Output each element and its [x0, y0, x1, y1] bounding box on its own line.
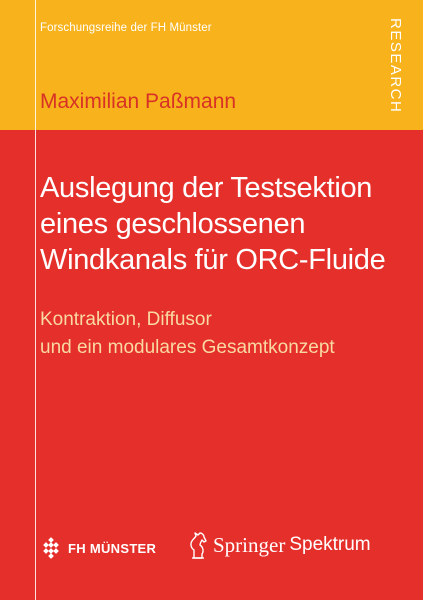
author-name: Maximilian Paßmann [40, 90, 237, 113]
series-title: Forschungsreihe der FH Münster [40, 22, 212, 34]
springer-horse-icon [190, 532, 207, 559]
publisher-name: Springer [213, 532, 286, 557]
subtitle-line-2: und ein modulares Gesamtkonzept [40, 337, 335, 358]
fh-logo-text: FH MÜNSTER [68, 540, 157, 556]
book-subtitle: Kontraktion, Diffusor und ein modulares … [40, 306, 400, 362]
imprint-name: Spektrum [289, 534, 371, 555]
subtitle-line-1: Kontraktion, Diffusor [40, 309, 212, 330]
title-line-2: eines geschlossenen [40, 208, 306, 240]
title-line-3: Windkanals für ORC-Fluide [40, 244, 386, 276]
book-cover: Forschungsreihe der FH Münster RESEARCH … [0, 0, 423, 600]
fh-diamond-logo-icon [43, 537, 59, 559]
vertical-divider [35, 0, 36, 600]
fh-muenster-logo: FH MÜNSTER [40, 536, 156, 560]
book-title: Auslegung der Testsektion eines geschlos… [40, 170, 410, 278]
title-line-1: Auslegung der Testsektion [40, 172, 373, 204]
springer-spektrum-logo: Springer Spektrum [188, 528, 371, 562]
research-label: RESEARCH [387, 18, 404, 114]
